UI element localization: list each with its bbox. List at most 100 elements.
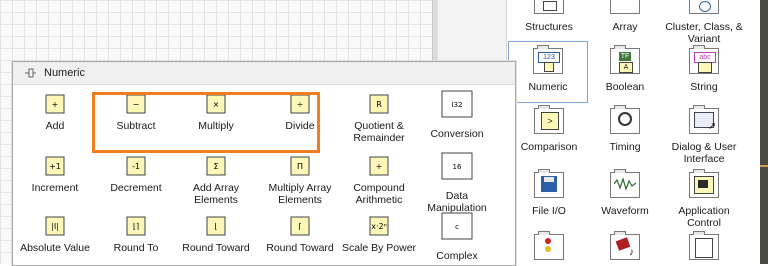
palette-item-numeric[interactable]: 123 Numeric <box>508 41 588 103</box>
numeric-function-multiply-array-elements[interactable]: Π Multiply Array Elements <box>258 152 342 206</box>
numeric-folder-icon: 123 <box>533 45 563 74</box>
palette-item-structures[interactable]: Structures <box>507 0 591 33</box>
numeric-function-glyph: ⌈ <box>298 222 301 231</box>
palette-item-timing[interactable]: Timing <box>583 105 667 153</box>
numeric-function-icon: +1 <box>45 156 65 176</box>
numeric-function-glyph: c <box>455 223 459 231</box>
palette-item-appcontrol[interactable]: Application Control <box>662 169 746 229</box>
window-edge-strip <box>760 0 768 264</box>
numeric-function-icon: Σ <box>206 156 226 176</box>
cluster-icon <box>689 0 719 14</box>
palette-item-string[interactable]: abc String <box>662 45 746 93</box>
numeric-function-glyph: |I| <box>51 222 59 231</box>
comparison-icon: > <box>534 105 564 134</box>
numeric-function-glyph: ⌊ <box>214 222 217 231</box>
numeric-function-label: Divide <box>285 120 315 132</box>
numeric-function-glyph: 16 <box>453 163 462 171</box>
numeric-function-divide[interactable]: ÷ Divide <box>258 90 342 132</box>
palette-main: Structures Array Cluster, Class, & Varia… <box>507 0 760 264</box>
numeric-function-icon: × <box>206 94 226 114</box>
palette-item-boolean[interactable]: TF A Boolean <box>583 45 667 93</box>
numeric-function-glyph: Σ <box>213 162 218 171</box>
graphics-sound-icon: ♪ <box>610 231 640 260</box>
string-icon: abc <box>689 45 719 74</box>
numeric-function-label: Compound Arithmetic <box>353 182 405 206</box>
timing-icon <box>610 105 640 134</box>
palette-item-fileio[interactable]: File I/O <box>507 169 591 217</box>
numeric-function-label: Absolute Value <box>20 242 90 254</box>
numeric-function-icon: |I| <box>45 216 65 236</box>
numeric-function-label: Multiply <box>198 120 234 132</box>
numeric-function-label: Increment <box>31 182 79 194</box>
numeric-function-glyph: +1 <box>49 162 61 171</box>
numeric-palette-window: Numeric + Add − Subtract × Multiply ÷ Divide R Qu… <box>12 61 516 266</box>
numeric-function-add-array-elements[interactable]: Σ Add Array Elements <box>174 152 258 206</box>
palette-item-array[interactable]: Array <box>583 0 667 33</box>
dialog-icon: ➚ <box>689 105 719 134</box>
numeric-function-icon: x·2ⁿ <box>369 216 389 236</box>
numeric-function-add[interactable]: + Add <box>13 90 97 132</box>
numeric-function-round-toward[interactable]: ⌈ Round Toward <box>258 212 342 254</box>
numeric-function-label: Decrement <box>110 182 162 194</box>
numeric-function-icon: 16 <box>441 152 473 180</box>
numeric-function-icon: ÷ <box>290 94 310 114</box>
palette-item-synchronization[interactable] <box>507 231 591 263</box>
numeric-function-complex[interactable]: c Complex <box>415 212 499 262</box>
numeric-function-icon: + <box>369 156 389 176</box>
numeric-function-icon: c <box>441 212 473 240</box>
numeric-function-icon: − <box>126 94 146 114</box>
numeric-function-glyph: − <box>133 100 140 109</box>
numeric-function-compound-arithmetic[interactable]: + Compound Arithmetic <box>337 152 421 206</box>
palette-item-cluster[interactable]: Cluster, Class, & Variant <box>662 0 746 45</box>
palette-item-comparison[interactable]: > Comparison <box>507 105 591 153</box>
palette-item-waveform[interactable]: Waveform <box>583 169 667 217</box>
numeric-function-label: Data Manipulation <box>427 190 487 214</box>
array-icon <box>610 0 640 14</box>
numeric-function-label: Conversion <box>430 128 484 140</box>
numeric-function-label: Complex <box>436 250 478 262</box>
numeric-function-absolute-value[interactable]: |I| Absolute Value <box>13 212 97 254</box>
numeric-function-glyph: ÷ <box>297 100 304 109</box>
numeric-function-glyph: + <box>52 100 59 109</box>
numeric-function-conversion[interactable]: I32 Conversion <box>415 90 499 140</box>
numeric-window-titlebar[interactable]: Numeric <box>13 62 515 85</box>
numeric-function-subtract[interactable]: − Subtract <box>94 90 178 132</box>
numeric-function-glyph: R <box>376 100 382 109</box>
palette-item-report-generation[interactable] <box>662 231 746 263</box>
numeric-function-round-toward[interactable]: ⌊ Round Toward <box>174 212 258 254</box>
numeric-function-glyph: Π <box>297 162 303 171</box>
numeric-function-icon: + <box>45 94 65 114</box>
traffic-light-icon <box>534 231 564 260</box>
application-control-icon <box>689 169 719 198</box>
numeric-function-label: Round Toward <box>266 242 334 254</box>
numeric-function-label: Quotient & Remainder <box>353 120 405 144</box>
numeric-function-quotient-remainder[interactable]: R Quotient & Remainder <box>337 90 421 144</box>
numeric-function-label: Add Array Elements <box>192 182 240 206</box>
numeric-function-icon: Π <box>290 156 310 176</box>
numeric-function-round-to[interactable]: ⌊⌉ Round To <box>94 212 178 254</box>
numeric-function-decrement[interactable]: -1 Decrement <box>94 152 178 194</box>
pin-icon[interactable] <box>24 67 36 79</box>
numeric-function-label: Round Toward <box>182 242 250 254</box>
numeric-window-title: Numeric <box>44 67 85 79</box>
numeric-function-scale-by-power[interactable]: x·2ⁿ Scale By Power <box>337 212 421 254</box>
numeric-function-label: Scale By Power <box>341 242 417 254</box>
waveform-icon <box>610 169 640 198</box>
palette-item-graphics-sound[interactable]: ♪ <box>583 231 667 263</box>
numeric-function-label: Multiply Array Elements <box>268 182 332 206</box>
numeric-function-glyph: x·2ⁿ <box>371 222 387 231</box>
file-io-icon <box>534 169 564 198</box>
numeric-function-label: Subtract <box>116 120 156 132</box>
report-icon <box>689 231 719 260</box>
numeric-function-glyph: I32 <box>452 101 463 109</box>
numeric-function-icon: ⌊⌉ <box>126 216 146 236</box>
numeric-function-glyph: + <box>376 162 383 171</box>
numeric-function-increment[interactable]: +1 Increment <box>13 152 97 194</box>
numeric-function-glyph: × <box>213 100 220 109</box>
numeric-function-glyph: ⌊⌉ <box>133 222 139 231</box>
numeric-function-data-manipulation[interactable]: 16 Data Manipulation <box>415 152 499 214</box>
numeric-function-label: Round To <box>113 242 159 254</box>
palette-item-dialog[interactable]: ➚ Dialog & User Interface <box>662 105 746 165</box>
numeric-function-multiply[interactable]: × Multiply <box>174 90 258 132</box>
numeric-function-icon: ⌈ <box>290 216 310 236</box>
